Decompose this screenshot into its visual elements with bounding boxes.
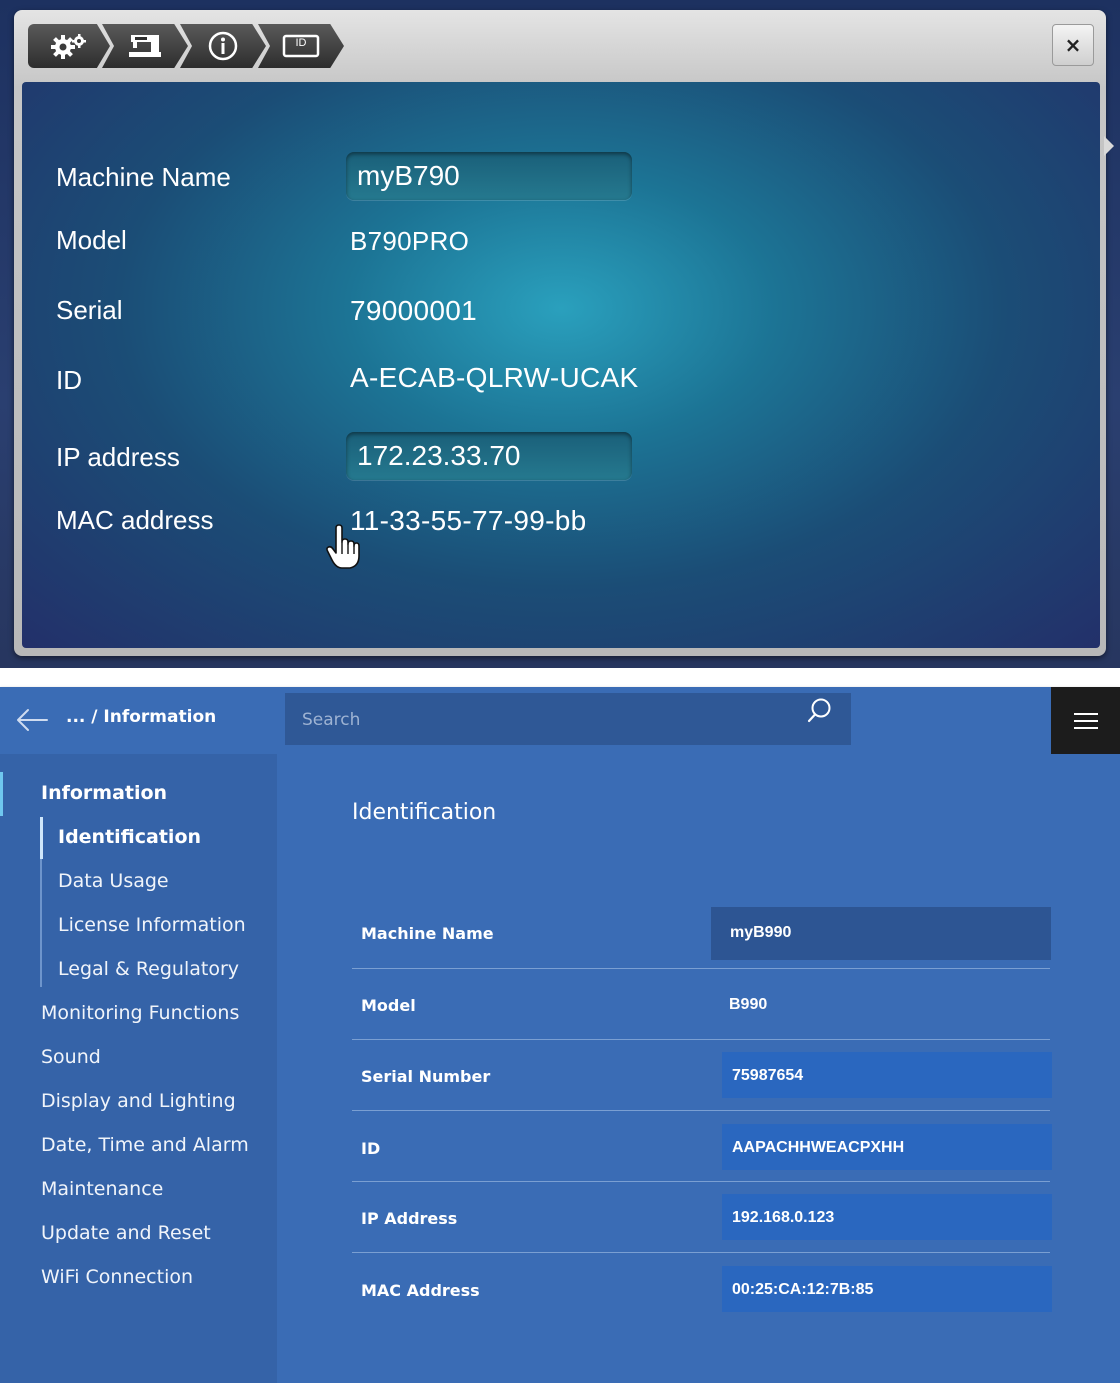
ip-address-label: IP address <box>56 442 180 472</box>
sidebar-item-update-reset[interactable]: Update and Reset <box>41 1222 211 1244</box>
close-button[interactable]: × <box>1052 24 1094 66</box>
model-label: Model <box>56 225 127 255</box>
modern-machine-info-panel: ... / Information Information Identifica… <box>0 687 1120 1383</box>
tab-machine[interactable] <box>102 24 188 68</box>
mac-address-label: MAC address <box>56 505 214 535</box>
tab-info[interactable] <box>180 24 266 68</box>
legacy-machine-info-panel: ID × Machine Name myB790 Model B790PRO S… <box>0 0 1120 668</box>
row-divider <box>352 968 1050 969</box>
sidebar-item-display-lighting[interactable]: Display and Lighting <box>41 1090 236 1112</box>
row-divider <box>352 1252 1050 1253</box>
search-box <box>285 693 851 747</box>
hamburger-menu-icon <box>1073 712 1098 729</box>
sidebar-item-monitoring-functions[interactable]: Monitoring Functions <box>41 1002 239 1024</box>
settings-sidebar: Information Identification Data Usage Li… <box>0 754 277 1383</box>
sidebar-item-sound[interactable]: Sound <box>41 1046 101 1068</box>
machine-name-label: Machine Name <box>56 162 231 192</box>
machine-name-label: Machine Name <box>361 924 494 943</box>
back-arrow-icon[interactable] <box>14 705 50 735</box>
sidebar-item-identification[interactable]: Identification <box>58 826 201 848</box>
machine-name-field[interactable]: myB790 <box>346 152 632 200</box>
info-icon <box>208 31 238 61</box>
model-value: B990 <box>729 996 768 1013</box>
sidebar-item-legal-regulatory[interactable]: Legal & Regulatory <box>58 958 239 980</box>
top-bar: ... / Information <box>0 687 1120 754</box>
row-divider <box>352 1110 1050 1111</box>
search-input[interactable] <box>285 693 804 747</box>
id-value: AAPACHHWEACPXHH <box>732 1139 905 1156</box>
search-icon[interactable] <box>804 695 836 727</box>
tab-id[interactable]: ID <box>258 24 344 68</box>
hand-pointer-icon <box>326 524 360 569</box>
ip-address-value: 192.168.0.123 <box>732 1209 835 1226</box>
breadcrumb[interactable]: ... / Information <box>66 707 216 727</box>
active-section-indicator <box>0 772 3 816</box>
serial-label: Serial <box>56 295 123 325</box>
machine-name-value: myB990 <box>730 924 792 941</box>
page-title: Identification <box>352 800 497 825</box>
model-label: Model <box>361 996 416 1015</box>
id-value: A-ECAB-QLRW-UCAK <box>350 362 639 393</box>
close-icon: × <box>1064 33 1082 57</box>
id-card-label: ID <box>295 37 307 49</box>
serial-number-label: Serial Number <box>361 1067 491 1086</box>
sidebar-item-date-time-alarm[interactable]: Date, Time and Alarm <box>41 1134 249 1156</box>
serial-number-value: 75987654 <box>732 1067 804 1084</box>
sidebar-item-information[interactable]: Information <box>41 782 167 804</box>
breadcrumb-tabs: ID <box>28 24 344 68</box>
row-divider <box>352 1039 1050 1040</box>
sidebar-item-maintenance[interactable]: Maintenance <box>41 1178 163 1200</box>
hamburger-menu-button[interactable] <box>1051 687 1120 754</box>
serial-value: 79000001 <box>350 295 477 326</box>
sewing-machine-icon <box>129 35 161 57</box>
sidebar-item-wifi-connection[interactable]: WiFi Connection <box>41 1266 193 1288</box>
settings-gears-icon <box>51 34 86 59</box>
ip-address-field[interactable]: 172.23.33.70 <box>346 432 632 480</box>
sidebar-item-license-information[interactable]: License Information <box>58 914 246 936</box>
id-label: ID <box>361 1139 381 1158</box>
ip-address-label: IP Address <box>361 1209 458 1228</box>
mac-address-label: MAC Address <box>361 1281 480 1300</box>
tab-settings[interactable] <box>28 24 110 68</box>
id-label: ID <box>56 365 82 395</box>
sidebar-item-data-usage[interactable]: Data Usage <box>58 870 169 892</box>
row-divider <box>352 1181 1050 1182</box>
model-value: B790PRO <box>350 226 470 256</box>
identification-content: Identification Machine Name myB990 Model… <box>277 754 1120 1383</box>
side-arrow-icon <box>1104 136 1114 156</box>
mac-address-value: 00:25:CA:12:7B:85 <box>732 1281 874 1298</box>
active-subitem-indicator <box>40 817 43 859</box>
mac-address-value: 11-33-55-77-99-bb <box>350 505 587 536</box>
